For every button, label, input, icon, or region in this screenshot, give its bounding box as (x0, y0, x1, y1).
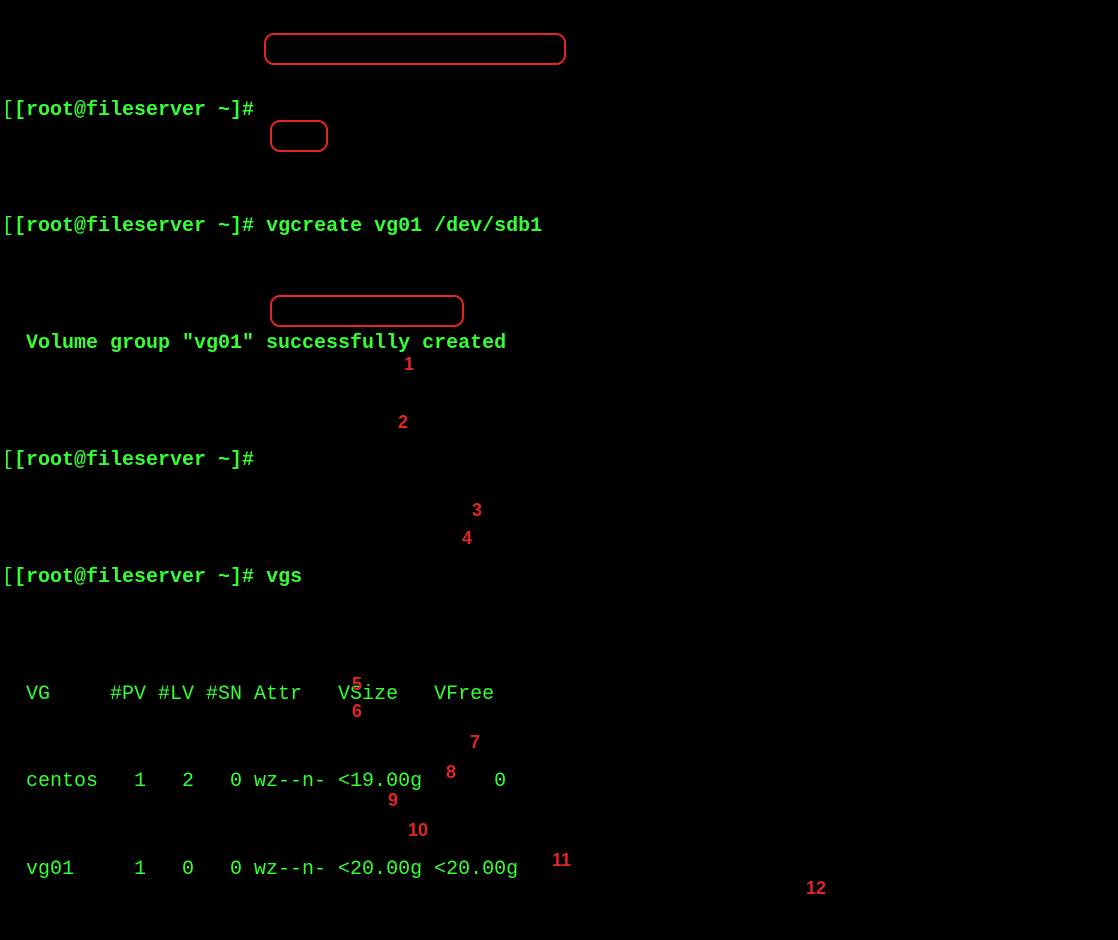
prompt: [root@fileserver ~]# (14, 99, 254, 122)
prompt: [root@fileserver ~]# (14, 449, 254, 472)
annotation-2: 2 (398, 408, 408, 437)
vgs-row: vg01 1 0 0 wz--n- <20.00g <20.00g (2, 855, 1116, 884)
annotation-4: 4 (462, 524, 472, 553)
annotation-3: 3 (472, 496, 482, 525)
output-vgcreate: Volume group "vg01" successfully created (2, 329, 1116, 358)
cmd-vgs: vgs (254, 566, 302, 589)
highlight-vgs (270, 120, 328, 152)
bracket: [ (2, 215, 14, 238)
cmd-vgcreate: vgcreate vg01 /dev/sdb1 (254, 215, 542, 238)
bracket: [ (2, 449, 14, 472)
vgs-row: centos 1 2 0 wz--n- <19.00g 0 (2, 767, 1116, 796)
highlight-vgdisplay (270, 295, 464, 327)
bracket: [ (2, 99, 14, 122)
vgs-header: VG #PV #LV #SN Attr VSize VFree (2, 680, 1116, 709)
prompt: [root@fileserver ~]# (14, 215, 254, 238)
bracket: [ (2, 566, 14, 589)
annotation-7: 7 (470, 728, 480, 757)
terminal[interactable]: [[root@fileserver ~]# [[root@fileserver … (0, 0, 1118, 940)
highlight-vgcreate (264, 33, 566, 65)
prompt: [root@fileserver ~]# (14, 566, 254, 589)
annotation-10: 10 (408, 816, 428, 845)
